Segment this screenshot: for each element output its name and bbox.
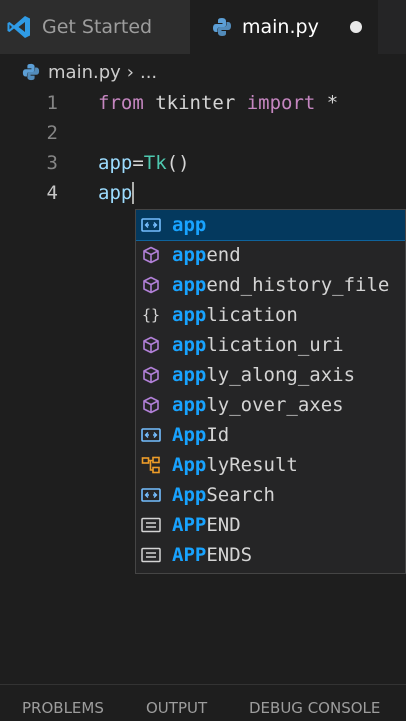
match-highlight: app xyxy=(172,274,207,296)
line-number: 4 xyxy=(46,182,58,204)
autocomplete-list[interactable]: app append append_history_file{} applicatio… xyxy=(135,209,406,574)
breadcrumb-separator: › xyxy=(126,61,134,83)
operator: = xyxy=(132,152,144,174)
autocomplete-item[interactable]: AppId xyxy=(136,420,405,450)
method-icon xyxy=(140,245,162,265)
autocomplete-item[interactable]: {} application xyxy=(136,300,405,330)
identifier: app xyxy=(98,152,133,174)
method-icon xyxy=(140,335,162,355)
match-highlight: app xyxy=(172,364,207,386)
unsaved-dot-icon[interactable] xyxy=(350,21,362,33)
suggestion-rest: end_history_file xyxy=(206,274,390,296)
autocomplete-item[interactable]: app xyxy=(136,210,405,241)
module-icon: {} xyxy=(140,305,162,325)
tab-get-started[interactable]: Get Started xyxy=(0,0,190,54)
suggestion-rest: lication_uri xyxy=(206,334,344,356)
text-cursor xyxy=(132,182,135,205)
autocomplete-item-label: APPEND xyxy=(172,514,241,536)
autocomplete-item-label: ApplyResult xyxy=(172,454,298,476)
autocomplete-item-label: AppSearch xyxy=(172,484,275,506)
line-number: 2 xyxy=(46,122,58,144)
autocomplete-item-label: app xyxy=(172,214,206,236)
variable-icon xyxy=(140,215,162,235)
autocomplete-item-label: AppId xyxy=(172,424,229,446)
autocomplete-item-label: append_history_file xyxy=(172,274,389,296)
match-highlight: app xyxy=(172,214,207,236)
breadcrumb-more[interactable]: ... xyxy=(140,62,157,83)
python-icon xyxy=(22,63,40,81)
operator: () xyxy=(166,152,190,174)
keyword: from xyxy=(98,92,144,114)
constant-icon xyxy=(140,545,162,565)
match-highlight: app xyxy=(172,394,207,416)
autocomplete-item[interactable]: append_history_file xyxy=(136,270,405,300)
suggestion-rest: lyResult xyxy=(206,454,298,476)
suggestion-rest: END xyxy=(206,514,241,536)
breadcrumb-file[interactable]: main.py xyxy=(48,62,121,83)
tab-label: Get Started xyxy=(42,16,153,38)
match-highlight: app xyxy=(172,304,207,326)
tab-output[interactable]: OUTPUT xyxy=(146,699,207,717)
match-highlight: app xyxy=(172,334,207,356)
method-icon xyxy=(140,395,162,415)
autocomplete-item[interactable]: ApplyResult xyxy=(136,450,405,480)
autocomplete-item[interactable]: APPEND xyxy=(136,510,405,540)
breadcrumb[interactable]: main.py › ... xyxy=(22,57,157,87)
tab-problems[interactable]: PROBLEMS xyxy=(22,699,104,717)
identifier: app xyxy=(98,181,133,204)
autocomplete-item[interactable]: application_uri xyxy=(136,330,405,360)
suggestion-rest: ly_over_axes xyxy=(206,394,344,416)
suggestion-rest: end xyxy=(206,244,241,266)
method-icon xyxy=(140,275,162,295)
operator: * xyxy=(315,92,339,114)
vscode-icon xyxy=(6,14,32,40)
suggestion-rest: Search xyxy=(206,484,275,506)
suggestion-rest: ENDS xyxy=(206,544,253,566)
panel-tabs: PROBLEMS OUTPUT DEBUG CONSOLE xyxy=(0,684,406,721)
autocomplete-item-label: APPENDS xyxy=(172,544,252,566)
constant-icon xyxy=(140,515,162,535)
autocomplete-item-label: application xyxy=(172,304,298,326)
match-highlight: APP xyxy=(172,544,207,566)
autocomplete-item-label: application_uri xyxy=(172,334,344,356)
match-highlight: APP xyxy=(172,514,207,536)
match-highlight: App xyxy=(172,484,207,506)
autocomplete-item[interactable]: APPENDS xyxy=(136,540,405,570)
autocomplete-item[interactable]: append xyxy=(136,240,405,270)
suggestion-rest: Id xyxy=(206,424,230,446)
python-icon xyxy=(212,17,232,37)
match-highlight: App xyxy=(172,454,207,476)
variable-icon xyxy=(140,485,162,505)
svg-text:{}: {} xyxy=(142,306,160,324)
method-icon xyxy=(140,365,162,385)
tab-bar: Get Started main.py xyxy=(0,0,406,54)
autocomplete-item[interactable]: AppSearch xyxy=(136,480,405,510)
match-highlight: App xyxy=(172,424,207,446)
autocomplete-item-label: apply_over_axes xyxy=(172,394,344,416)
autocomplete-item-label: apply_along_axis xyxy=(172,364,355,386)
tab-label: main.py xyxy=(242,16,319,38)
autocomplete-item[interactable]: apply_along_axis xyxy=(136,360,405,390)
class-name: Tk xyxy=(143,152,167,174)
identifier: tkinter xyxy=(143,92,247,114)
match-highlight: app xyxy=(172,244,207,266)
autocomplete-item[interactable]: apply_over_axes xyxy=(136,390,405,420)
variable-icon xyxy=(140,425,162,445)
line-number: 1 xyxy=(46,92,58,114)
suggestion-rest: lication xyxy=(206,304,298,326)
suggestion-rest: ly_along_axis xyxy=(206,364,356,386)
line-number: 3 xyxy=(46,152,58,174)
class-icon xyxy=(140,455,162,475)
autocomplete-item-label: append xyxy=(172,244,241,266)
keyword: import xyxy=(246,92,316,114)
tab-debug-console[interactable]: DEBUG CONSOLE xyxy=(249,699,380,717)
